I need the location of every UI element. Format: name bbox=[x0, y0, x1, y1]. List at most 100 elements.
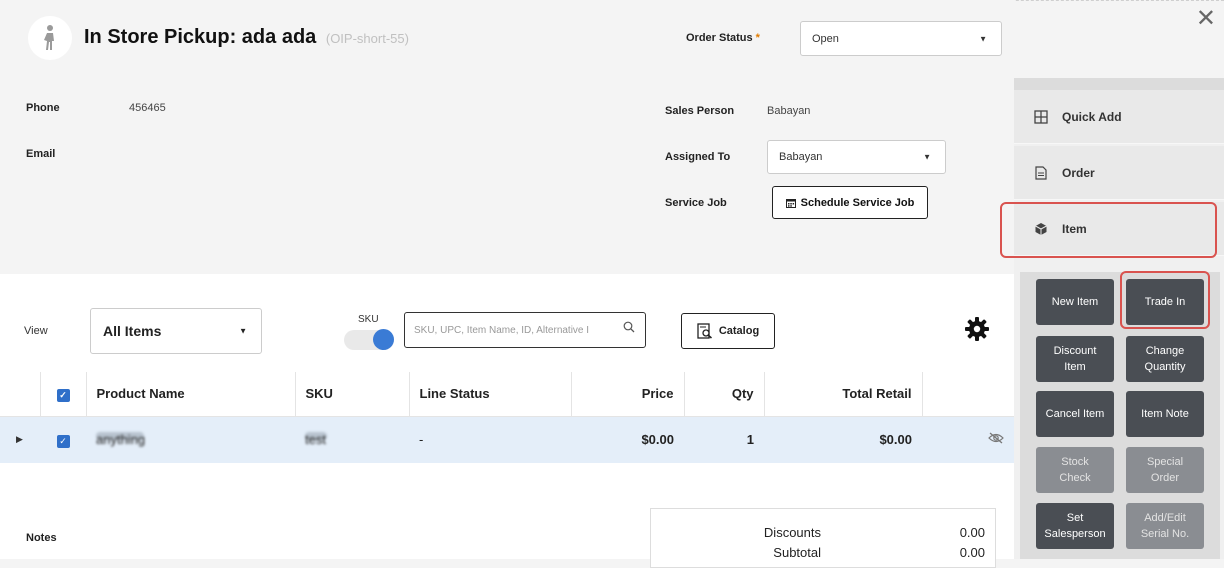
side-panel-top bbox=[1014, 78, 1224, 90]
chevron-down-icon: ▼ bbox=[979, 34, 987, 43]
special-order-line-1: Special bbox=[1146, 455, 1184, 468]
price-cell: $0.00 bbox=[571, 416, 684, 463]
line-status-cell: - bbox=[409, 416, 571, 463]
calendar-icon bbox=[785, 198, 796, 208]
gear-icon[interactable] bbox=[964, 316, 990, 342]
view-label: View bbox=[24, 325, 48, 337]
order-totals: Discounts 0.00 Subtotal 0.00 bbox=[650, 508, 996, 568]
menu-quick-add[interactable]: Quick Add bbox=[1014, 90, 1224, 144]
menu-quick-add-label: Quick Add bbox=[1062, 109, 1122, 124]
order-status-label: Order Status * bbox=[686, 32, 760, 44]
order-status-select[interactable]: Open ▼ bbox=[800, 21, 1002, 56]
column-sku[interactable]: SKU bbox=[295, 372, 410, 417]
add-edit-serial-button[interactable]: Add/Edit Serial No. bbox=[1126, 503, 1204, 549]
table-row[interactable]: ▶ ✓ anything test - $0.00 1 $0.00 bbox=[0, 416, 1014, 463]
chevron-down-icon: ▼ bbox=[239, 326, 247, 336]
cancel-item-label: Cancel Item bbox=[1045, 407, 1105, 420]
column-total-retail[interactable]: Total Retail bbox=[764, 372, 923, 417]
eye-slash-icon[interactable] bbox=[988, 432, 1004, 444]
row-actions-column bbox=[922, 372, 1014, 417]
menu-order[interactable]: Order bbox=[1014, 146, 1224, 200]
discount-item-label: Discount Item bbox=[1054, 343, 1097, 376]
walk-in-customer-icon bbox=[28, 16, 72, 60]
page-title: In Store Pickup: ada ada (OIP-short-55) bbox=[84, 26, 409, 49]
sku-toggle[interactable] bbox=[344, 329, 394, 350]
set-salesperson-line-1: Set bbox=[1066, 511, 1084, 524]
qty-cell: 1 bbox=[684, 416, 764, 463]
set-salesperson-button[interactable]: Set Salesperson bbox=[1036, 503, 1114, 549]
change-quantity-label: Change Quantity bbox=[1145, 343, 1186, 376]
order-code: (OIP-short-55) bbox=[325, 31, 409, 46]
row-select-cell: ✓ bbox=[40, 416, 86, 463]
add-edit-serial-line-1: Add/Edit bbox=[1144, 511, 1186, 524]
grid-icon bbox=[1034, 109, 1048, 124]
column-line-status[interactable]: Line Status bbox=[409, 372, 572, 417]
subtotal-label: Subtotal bbox=[773, 545, 821, 560]
catalog-label: Catalog bbox=[718, 325, 760, 337]
order-status-label-text: Order Status bbox=[686, 32, 753, 44]
special-order-button[interactable]: Special Order bbox=[1126, 447, 1204, 493]
search-placeholder: SKU, UPC, Item Name, ID, Alternative I bbox=[414, 324, 590, 336]
set-salesperson-label: Set Salesperson bbox=[1044, 510, 1105, 543]
person-walking-icon bbox=[44, 25, 54, 50]
item-note-label: Item Note bbox=[1141, 407, 1189, 420]
search-icon bbox=[623, 321, 635, 333]
column-price[interactable]: Price bbox=[571, 372, 685, 417]
required-marker: * bbox=[755, 32, 760, 44]
catalog-button[interactable]: Catalog bbox=[681, 313, 775, 349]
special-order-label: Special Order bbox=[1147, 454, 1183, 487]
column-product-name[interactable]: Product Name bbox=[86, 372, 296, 417]
assigned-to-value: Babayan bbox=[779, 151, 823, 163]
change-quantity-line-2: Quantity bbox=[1144, 361, 1186, 373]
column-qty[interactable]: Qty bbox=[684, 372, 765, 417]
trade-in-highlight bbox=[1120, 271, 1210, 329]
item-note-button[interactable]: Item Note bbox=[1126, 391, 1204, 437]
select-all-checkbox[interactable]: ✓ bbox=[56, 388, 70, 402]
menu-order-label: Order bbox=[1062, 165, 1095, 180]
blurred-sku: test bbox=[305, 432, 327, 448]
row-checkbox[interactable]: ✓ bbox=[56, 434, 70, 448]
schedule-service-job-button[interactable]: Schedule Service Job bbox=[772, 186, 928, 219]
close-icon[interactable]: ✕ bbox=[1196, 4, 1216, 33]
view-select[interactable]: All Items ▼ bbox=[90, 308, 262, 354]
total-retail-cell: $0.00 bbox=[764, 416, 922, 463]
sku-cell: test bbox=[295, 416, 409, 463]
discount-item-line-2: Item bbox=[1064, 361, 1086, 373]
subtotal-value: 0.00 bbox=[959, 545, 985, 560]
change-quantity-button[interactable]: Change Quantity bbox=[1126, 336, 1204, 382]
order-status-value: Open bbox=[812, 32, 839, 45]
order-title: In Store Pickup: ada ada bbox=[84, 26, 317, 48]
new-item-button[interactable]: New Item bbox=[1036, 279, 1114, 325]
order-items-panel: View All Items ▼ SKU SKU, UPC, Item Name… bbox=[0, 274, 1014, 568]
view-select-value: All Items bbox=[103, 323, 162, 339]
toggle-knob bbox=[373, 329, 394, 350]
phone-value: 456465 bbox=[129, 102, 166, 114]
stock-check-line-1: Stock bbox=[1061, 455, 1089, 468]
stock-check-button[interactable]: Stock Check bbox=[1036, 447, 1114, 493]
sku-toggle-label: SKU bbox=[358, 314, 379, 325]
change-quantity-line-1: Change bbox=[1145, 344, 1185, 357]
new-item-label: New Item bbox=[1051, 295, 1099, 308]
discount-item-button[interactable]: Discount Item bbox=[1036, 336, 1114, 382]
discounts-label: Discounts bbox=[763, 525, 821, 540]
chevron-down-icon: ▼ bbox=[923, 152, 931, 162]
item-search-input[interactable]: SKU, UPC, Item Name, ID, Alternative I bbox=[404, 312, 646, 348]
discount-item-line-1: Discount bbox=[1053, 344, 1097, 357]
catalog-search-icon bbox=[697, 323, 712, 339]
select-all-column: ✓ bbox=[40, 372, 87, 417]
special-order-line-2: Order bbox=[1150, 472, 1180, 484]
email-label: Email bbox=[26, 148, 56, 160]
expand-toggle[interactable]: ▶ bbox=[0, 416, 40, 463]
assigned-to-select[interactable]: Babayan ▼ bbox=[767, 140, 946, 174]
item-menu-highlight bbox=[1000, 202, 1217, 258]
set-salesperson-line-2: Salesperson bbox=[1044, 528, 1106, 540]
stock-check-label: Stock Check bbox=[1059, 454, 1090, 487]
schedule-service-job-label: Schedule Service Job bbox=[800, 196, 915, 209]
sales-person-label: Sales Person bbox=[665, 105, 735, 117]
hide-toggle-cell bbox=[922, 416, 1014, 463]
cancel-item-button[interactable]: Cancel Item bbox=[1036, 391, 1114, 437]
product-name-cell: anything bbox=[86, 416, 295, 463]
sales-person-value: Babayan bbox=[767, 105, 811, 117]
stock-check-line-2: Check bbox=[1059, 472, 1091, 484]
phone-label: Phone bbox=[26, 102, 60, 114]
